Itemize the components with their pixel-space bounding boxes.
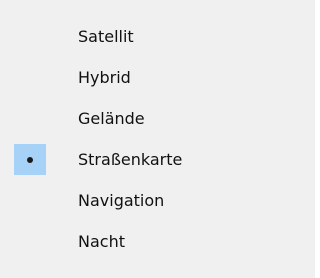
map-type-context-menu: Satellit Hybrid Gelände Straßenkarte Nav… [0, 0, 315, 278]
menu-item-label: Navigation [78, 191, 165, 210]
menu-item-label: Hybrid [78, 68, 131, 87]
menu-item-check-gutter [14, 103, 46, 134]
menu-item-navigation[interactable]: Navigation [0, 185, 308, 216]
menu-item-label: Nacht [78, 232, 125, 251]
menu-item-check-gutter [14, 185, 46, 216]
menu-item-check-gutter [14, 226, 46, 257]
menu-item-label: Straßenkarte [78, 150, 183, 169]
menu-item-gelaende[interactable]: Gelände [0, 103, 308, 134]
menu-item-hybrid[interactable]: Hybrid [0, 62, 308, 93]
menu-item-strassenkarte[interactable]: Straßenkarte [0, 144, 308, 175]
menu-item-check-gutter [14, 21, 46, 52]
radio-bullet-icon [27, 156, 33, 163]
menu-item-satellit[interactable]: Satellit [0, 21, 308, 52]
menu-item-label: Gelände [78, 109, 145, 128]
menu-item-check-gutter [14, 62, 46, 93]
menu-item-nacht[interactable]: Nacht [0, 226, 308, 257]
menu-item-check-gutter [14, 144, 46, 175]
menu-item-label: Satellit [78, 27, 134, 46]
